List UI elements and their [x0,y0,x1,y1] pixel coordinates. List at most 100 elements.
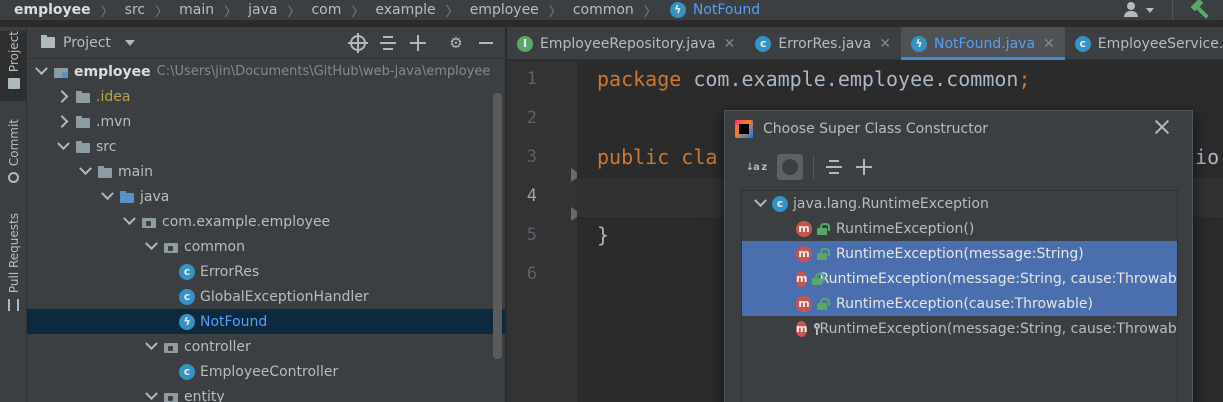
tree-node-employeecontroller[interactable]: EmployeeController [27,359,505,384]
chevron-right-icon[interactable] [55,89,71,105]
tree-node-controller[interactable]: controller [27,334,505,359]
chevron-down-icon[interactable] [77,164,93,180]
tree-node-label: java [140,188,170,205]
commit-tool-label[interactable]: Commit [7,119,21,166]
project-tool-label[interactable]: Project [7,31,21,72]
chevron-down-icon[interactable] [55,139,71,155]
chevron-down-icon[interactable] [143,389,159,402]
caret-down-icon[interactable] [1146,7,1154,13]
breadcrumb-item-current[interactable]: NotFound [666,0,762,20]
user-icon[interactable] [1122,2,1142,18]
breadcrumb-label[interactable]: NotFound [691,2,762,18]
tree-node-main[interactable]: main [27,159,505,184]
breadcrumb-label[interactable]: example [373,2,437,18]
tree-node-globalexceptionhandler[interactable]: GlobalExceptionHandler [27,284,505,309]
breadcrumb-label[interactable]: employee [468,2,541,18]
hide-button[interactable] [477,34,495,52]
tree-node-java[interactable]: java [27,184,505,209]
chevron-right-icon: 〉 [445,4,459,20]
breadcrumb-item[interactable]: example 〉 [373,0,467,20]
tree-node-errorres[interactable]: ErrorRes [27,259,505,284]
class-icon [179,288,195,305]
show-inherited-toggle[interactable] [777,154,803,180]
chevron-down-icon[interactable] [143,339,159,355]
tree-node-idea[interactable]: .idea [27,84,505,109]
project-path: C:\Users\jin\Documents\GitHub\web-java\e… [156,64,491,79]
tab-label: NotFound.java [933,35,1036,52]
tab-notfound[interactable]: NotFound.java ✕ [900,27,1065,60]
tree-node-label: .mvn [96,113,132,130]
chevron-down-icon[interactable] [752,196,768,212]
select-opened-file-button[interactable] [348,33,368,53]
expand-all-button[interactable] [379,34,397,52]
tab-employee-repository[interactable]: EmployeeRepository.java ✕ [507,27,745,60]
chevron-down-icon[interactable] [33,64,49,80]
breadcrumb-item[interactable]: com 〉 [309,0,373,20]
expand-all-icon[interactable] [826,159,842,175]
public-access-icon [816,222,830,235]
caret-down-icon[interactable] [124,39,135,46]
breadcrumb-label[interactable]: main [177,2,216,18]
project-tool-button[interactable]: Project [0,31,27,101]
tree-node-notfound[interactable]: NotFound [27,309,505,334]
close-icon[interactable] [1154,119,1170,135]
close-icon[interactable]: ✕ [1043,36,1055,52]
chevron-right-icon: 〉 [224,4,238,20]
interface-icon [517,35,533,52]
vertical-scrollbar[interactable] [493,93,502,359]
folder-icon [41,35,55,48]
project-view-title[interactable]: Project [63,35,111,51]
tree-node-entity[interactable]: entity [27,384,505,402]
pull-request-icon [8,299,19,312]
build-hammer-icon[interactable] [1189,0,1213,20]
pull-requests-tool-label[interactable]: Pull Requests [7,213,21,293]
dialog-title-bar[interactable]: Choose Super Class Constructor [725,111,1192,147]
breadcrumb-item[interactable]: employee 〉 [0,0,123,20]
tree-node-package-employee[interactable]: com.example.employee [27,209,505,234]
tree-node-mvn[interactable]: .mvn [27,109,505,134]
constructor-item[interactable]: m RuntimeException(message:String, cause… [742,266,1177,291]
code-line-3: public cla [597,145,717,169]
tree-node-common[interactable]: common [27,234,505,259]
breadcrumb-item[interactable]: java 〉 [246,0,309,20]
breadcrumb-label[interactable]: com [309,2,343,18]
collapse-all-button[interactable] [409,34,427,52]
options-button[interactable]: ⚙ [447,34,465,52]
breadcrumb-item[interactable]: employee 〉 [468,0,571,20]
constructor-item[interactable]: m RuntimeException(message:String) [742,241,1177,266]
breadcrumb-label[interactable]: employee [0,2,93,18]
constructor-item[interactable]: m RuntimeException(message:String, cause… [742,316,1178,341]
breadcrumb-label[interactable]: src [123,2,147,18]
tree-node-label: .idea [96,88,131,105]
chevron-down-icon[interactable] [121,214,137,230]
editor-gutter[interactable]: 1 2 3 4 5 6 [507,61,581,402]
collapse-all-icon[interactable] [856,159,872,175]
breadcrumb-label[interactable]: java [246,2,279,18]
close-icon[interactable]: ✕ [724,36,736,52]
tab-employee-service[interactable]: EmployeeService.java [1065,27,1223,60]
chevron-down-icon[interactable] [99,189,115,205]
constructor-signature: RuntimeException(message:String, cause:T… [819,320,1178,337]
semicolon: ; [1018,67,1031,91]
public-access-icon [816,247,830,260]
divider [1172,0,1173,20]
commit-tool-button[interactable]: Commit [0,119,27,189]
keyword: package [597,67,682,91]
project-header: Project ⚙ [27,27,505,59]
close-icon[interactable]: ✕ [879,36,891,52]
chevron-down-icon[interactable] [143,239,159,255]
tree-node-label: ErrorRes [200,263,260,280]
breadcrumb-label[interactable]: common [571,2,636,18]
pull-requests-tool-button[interactable]: Pull Requests [0,213,27,315]
breadcrumb-item[interactable]: common 〉 [571,0,666,20]
constructor-item[interactable]: m RuntimeException(cause:Throwable) [742,291,1177,316]
breadcrumb-item[interactable]: src 〉 [123,0,177,20]
tree-node-root[interactable]: employee C:\Users\jin\Documents\GitHub\w… [27,59,505,84]
tree-node-src[interactable]: src [27,134,505,159]
sort-alphabetically-button[interactable]: ↓a z [745,156,767,178]
constructor-item[interactable]: m RuntimeException() [742,216,1177,241]
chevron-right-icon[interactable] [55,114,71,130]
constructor-tree-root[interactable]: java.lang.RuntimeException [742,191,1177,216]
breadcrumb-item[interactable]: main 〉 [177,0,246,20]
tab-errorres[interactable]: ErrorRes.java ✕ [745,27,901,60]
